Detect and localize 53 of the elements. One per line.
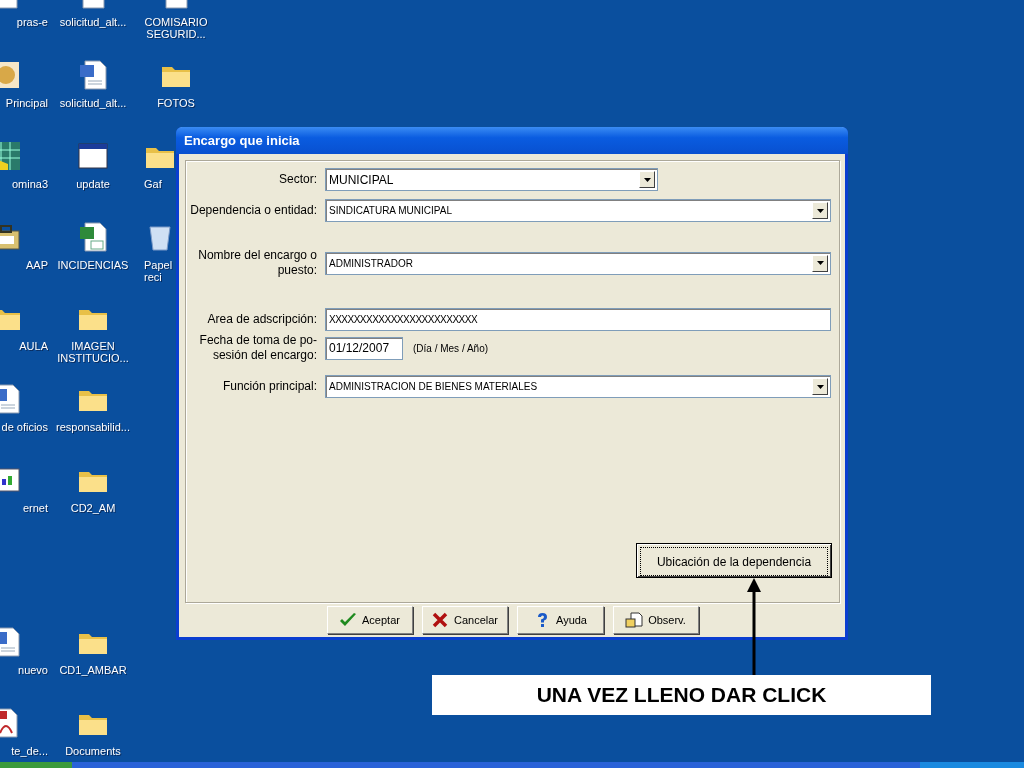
icon-label: CD1_AMBAR	[59, 664, 127, 676]
caret-icon	[816, 261, 824, 265]
icon-label: te_de...	[11, 745, 48, 757]
cancel-button[interactable]: Cancelar	[421, 606, 508, 634]
field-label: Sector:	[278, 172, 317, 187]
icon-label: COMISARIO SEGURID...	[143, 16, 209, 40]
caret-icon	[643, 177, 651, 182]
dropdown[interactable]: SINDICATURA MUNICIPAL	[325, 199, 831, 222]
icon-label: omina3	[11, 178, 48, 190]
caret-icon	[816, 384, 824, 389]
field-label: Fecha de toma de po-sesión del encargo:	[198, 333, 317, 363]
icon-label: Principal	[5, 97, 48, 109]
icon-label: solicitud_alt...	[59, 16, 127, 28]
icon-label: pras-e	[16, 16, 48, 28]
icon-label: Papel reci	[144, 259, 172, 283]
icon-label: AULA	[19, 340, 48, 352]
dropdown[interactable]: ADMINISTRADOR	[325, 251, 831, 275]
window-icon[interactable]	[77, 140, 109, 172]
dropdown[interactable]: MUNICIPAL	[325, 168, 658, 191]
date-format-hint: (Día / Mes / Año)	[413, 342, 489, 354]
icon-label: update	[76, 178, 110, 190]
icon-label: Gaf	[144, 178, 162, 190]
notepad-icon	[625, 612, 644, 628]
icon-label: ernet	[22, 502, 48, 514]
notes-button[interactable]: Observ.	[612, 606, 699, 634]
word-icon[interactable]	[77, 59, 109, 91]
field-label: Area de adscripción:	[206, 312, 317, 327]
check-icon	[339, 612, 358, 628]
caret-icon	[816, 208, 824, 213]
dropdown[interactable]: ADMINISTRACION DE BIENES MATERIALES	[325, 375, 831, 398]
icon-label: de oficios	[1, 421, 48, 433]
icon-label: nuevo	[18, 664, 48, 676]
field-label: Función principal:	[221, 379, 317, 394]
icon-label: INCIDENCIAS	[57, 259, 129, 271]
excel-icon[interactable]	[77, 221, 109, 253]
input-field[interactable]: XXXXXXXXXXXXXXXXXXXXXXXX	[325, 308, 831, 331]
icon-label: responsabilid...	[56, 421, 130, 433]
window-title: Encargo que inicia	[184, 133, 300, 148]
callout-text: UNA VEZ LLENO DAR CLICK	[536, 683, 827, 707]
x-icon	[431, 612, 449, 628]
accept-button[interactable]: Aceptar	[326, 606, 413, 634]
help-button[interactable]: Ayuda	[516, 606, 604, 634]
field-label: Nombre del encargo o puesto:	[197, 248, 317, 278]
field-label: Dependencia o entidad:	[189, 203, 317, 218]
icon-label: AAP	[26, 259, 48, 271]
icon-label: FOTOS	[157, 97, 195, 109]
icon-label: CD2_AM	[70, 502, 116, 514]
location-button[interactable]: Ubicación de la dependencia	[636, 543, 832, 578]
icon-label: IMAGEN INSTITUCIO...	[56, 340, 130, 364]
start-button[interactable]	[0, 762, 72, 768]
icon-label: Documents	[65, 745, 121, 757]
icon-label: solicitud_alt...	[59, 97, 127, 109]
date-field[interactable]: 01/12/2007	[325, 336, 403, 360]
